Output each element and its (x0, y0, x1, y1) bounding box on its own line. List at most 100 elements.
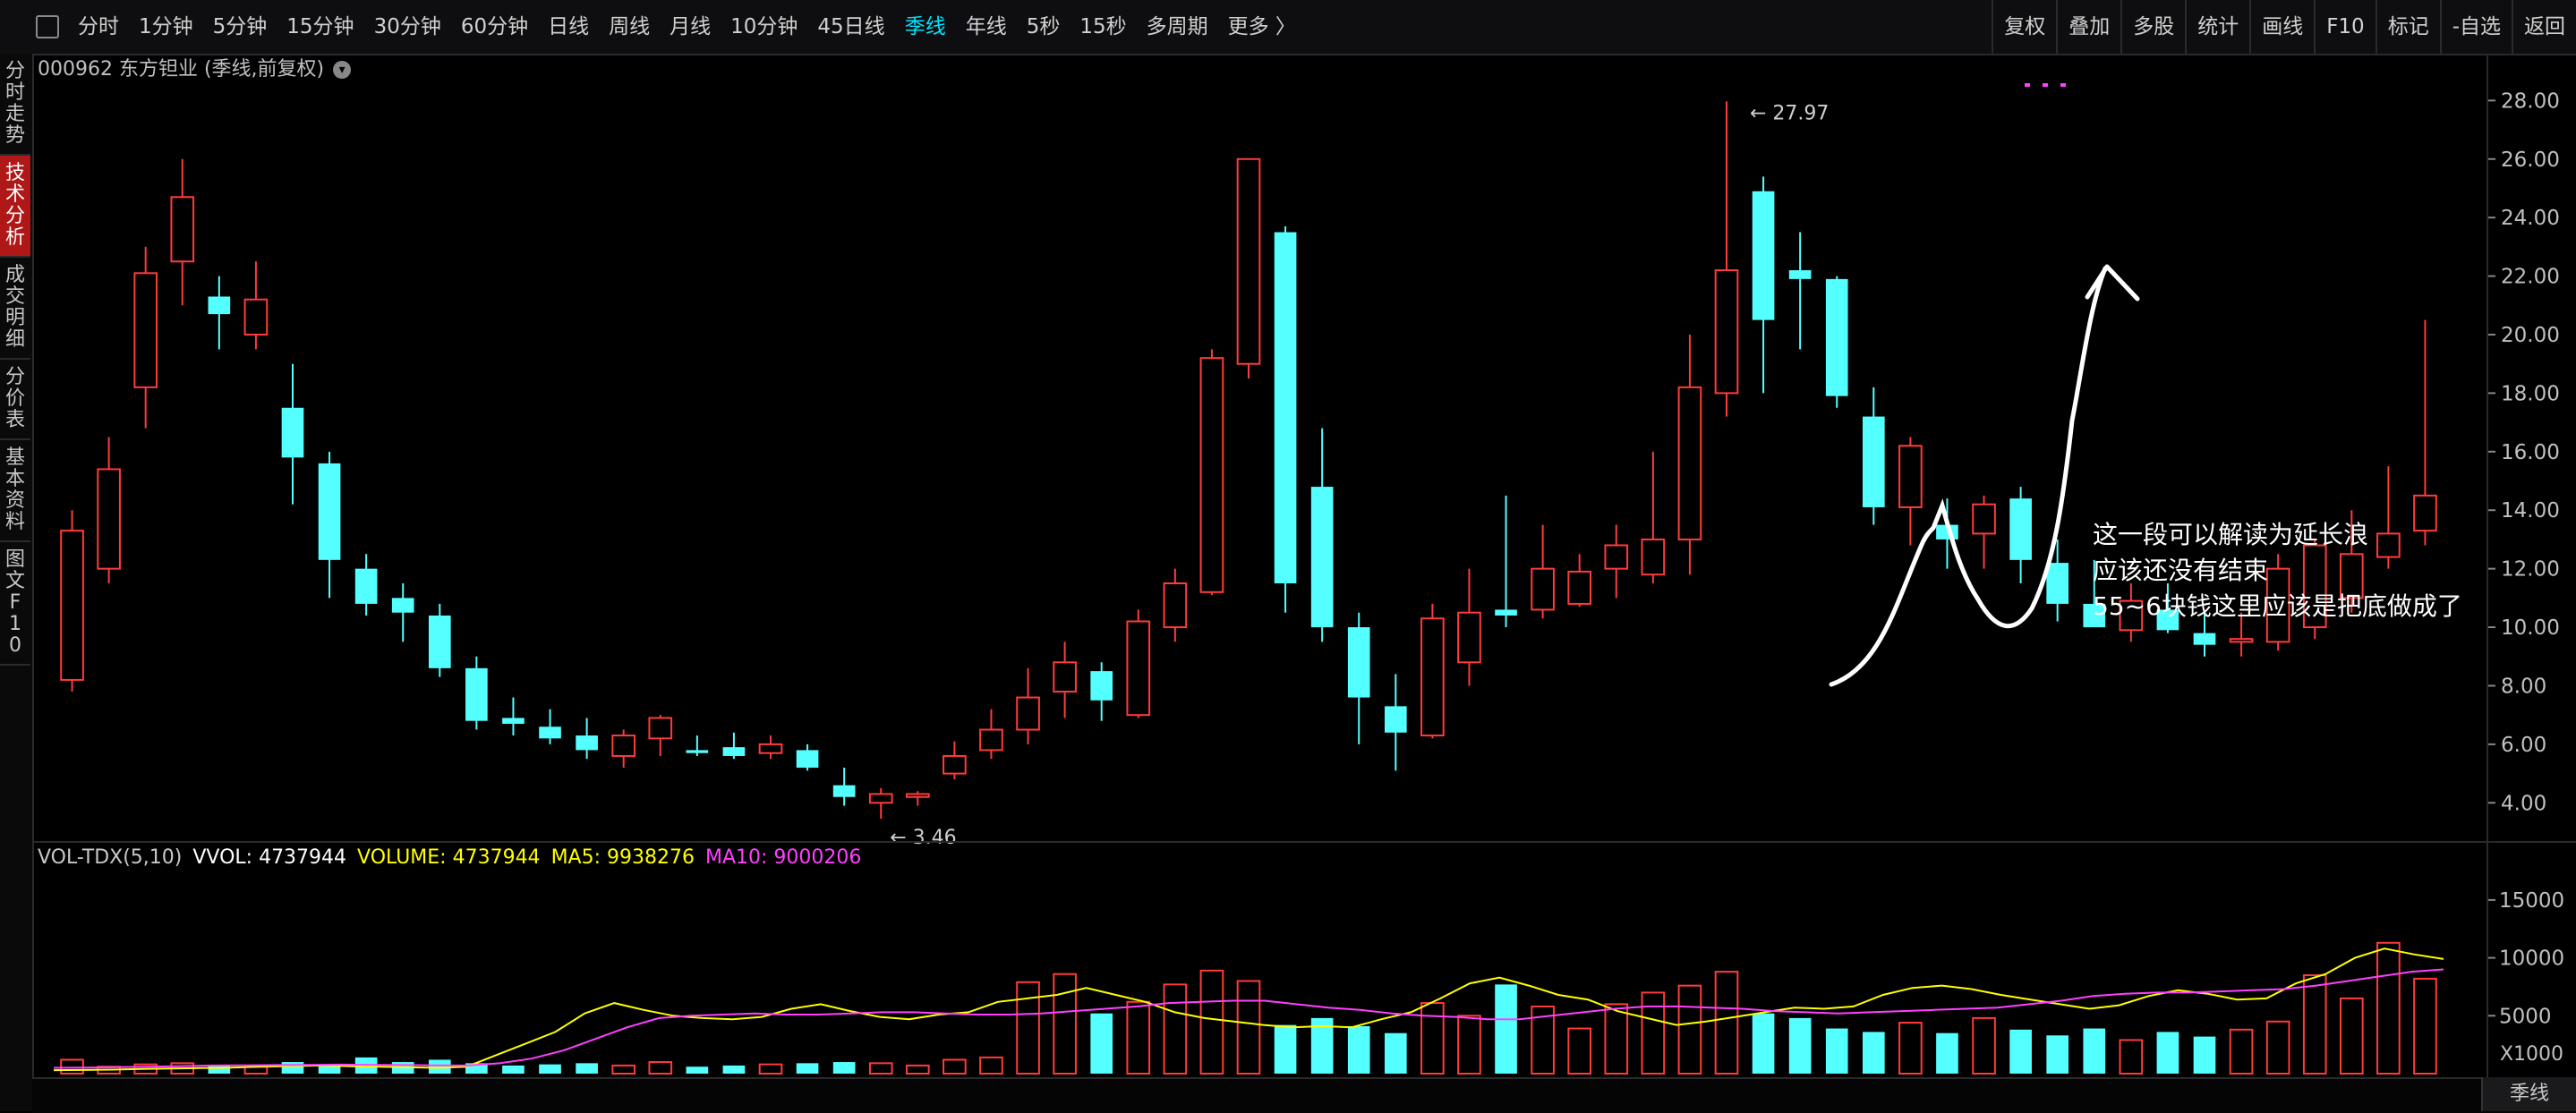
volume-tick-label: 10000 (2499, 947, 2564, 971)
price-tick-label: 6.00 (2501, 734, 2546, 757)
period-tab[interactable]: 年线 (956, 0, 1017, 54)
annotation-line: 55~6块钱这里应该是把底做成了 (2093, 591, 2462, 621)
candle-body (354, 568, 378, 604)
sidebar-tab[interactable]: 基本资料 (0, 440, 30, 542)
tool-button[interactable]: 统计 (2185, 0, 2249, 54)
period-tab[interactable]: 45日线 (807, 0, 894, 54)
candle-body (1898, 445, 1923, 508)
vvol-value: VVOL: 4737944 (192, 846, 347, 869)
period-tab[interactable]: 5秒 (1017, 0, 1070, 54)
tool-button[interactable]: F10 (2314, 0, 2376, 54)
candle-body (1567, 570, 1592, 605)
volume-bar (722, 1065, 746, 1074)
price-tick-label: 10.00 (2501, 616, 2560, 640)
tool-button[interactable]: -自选 (2439, 0, 2512, 54)
annotation-line: 应该还没有结束 (2093, 556, 2269, 585)
candle-body (1457, 611, 1481, 664)
volume-bar (1495, 984, 1517, 1074)
period-tab[interactable]: 30分钟 (364, 0, 451, 54)
candle-body (2009, 498, 2032, 560)
volume-bar (979, 1056, 1003, 1075)
ma5-value: MA5: 9938276 (550, 846, 695, 869)
period-tab[interactable]: 60分钟 (451, 0, 538, 54)
candle-body (1495, 609, 1517, 616)
sidebar-tab[interactable]: 技术分析 (0, 156, 30, 258)
volume-bar (2083, 1028, 2106, 1074)
volume-bar (611, 1064, 636, 1075)
volume-bar (1972, 1016, 1996, 1075)
hand-drawn-curve (1829, 266, 2108, 687)
volume-tick-label: 15000 (2499, 889, 2564, 913)
price-tick-label: 20.00 (2501, 324, 2560, 347)
volume-bar (1788, 1017, 1812, 1074)
period-tab[interactable]: 分时 (68, 0, 129, 54)
period-tab[interactable]: 10分钟 (721, 0, 807, 54)
volume-bar (905, 1064, 930, 1075)
period-tab[interactable]: 月线 (660, 0, 721, 54)
tool-button[interactable]: 标记 (2375, 0, 2440, 54)
candle-body (832, 785, 856, 797)
candle-body (1199, 357, 1224, 593)
volume-bar (428, 1059, 451, 1074)
volume-ma10-line (53, 968, 2444, 1069)
marker-dot (2025, 83, 2030, 87)
bottom-period-tab[interactable]: 季线 (2481, 1077, 2576, 1111)
layout-icon[interactable] (36, 15, 59, 38)
candle-body (1126, 620, 1151, 717)
volume-bar (1420, 1002, 1445, 1075)
candle-body (428, 615, 451, 668)
candle-body (208, 296, 231, 315)
volume-bar (1531, 1005, 1555, 1075)
period-tab[interactable]: 周线 (599, 0, 660, 54)
volume-bar (465, 1063, 488, 1074)
period-tab[interactable]: 更多 〉 (1218, 0, 1306, 54)
marker-dot (2060, 83, 2066, 87)
time-axis-bar (32, 1077, 2576, 1113)
stock-title: 000962 东方钽业 (季线,前复权) (38, 58, 325, 81)
volume-bar (1310, 1017, 1334, 1074)
volume-bar (796, 1063, 819, 1074)
volume-bar (1567, 1027, 1592, 1075)
period-tab[interactable]: 多周期 (1137, 0, 1218, 54)
period-tab[interactable]: 5分钟 (203, 0, 277, 54)
sidebar-tab[interactable]: 分时走势 (0, 54, 30, 156)
sidebar-tab[interactable]: 分价表 (0, 360, 30, 440)
candle-body (576, 735, 598, 751)
period-tab[interactable]: 季线 (895, 0, 956, 54)
dropdown-icon[interactable]: ▾ (333, 61, 352, 79)
volume-bar (2119, 1039, 2144, 1075)
sidebar-tab[interactable]: 成交明细 (0, 258, 30, 360)
annotation-text: 这一段可以解读为延长浪 应该还没有结束 55~6块钱这里应该是把底做成了 (2093, 517, 2462, 624)
tool-button[interactable]: 返回 (2512, 0, 2576, 54)
candle-body (60, 530, 84, 681)
tool-button[interactable]: 多股 (2120, 0, 2185, 54)
volume-bar (1199, 969, 1224, 1075)
volume-value: VOLUME: 4737944 (357, 846, 541, 869)
ma10-value: MA10: 9000206 (704, 846, 862, 869)
period-tab[interactable]: 日线 (538, 0, 599, 54)
price-tick-label: 18.00 (2501, 382, 2560, 405)
candle-body (1862, 416, 1885, 507)
indicator-name[interactable]: VOL-TDX(5,10) (38, 843, 182, 873)
volume-bar (2046, 1035, 2069, 1074)
candle-body (1936, 524, 1958, 540)
volume-bar (576, 1063, 598, 1074)
volume-bar (1016, 981, 1040, 1075)
stock-title-bar: 000962 东方钽业 (季线,前复权) ▾ (38, 54, 352, 86)
volume-bar (943, 1058, 967, 1075)
volume-bar (60, 1058, 84, 1075)
period-tab[interactable]: 15分钟 (277, 0, 363, 54)
candle-body (391, 598, 414, 613)
volume-bar (2302, 974, 2327, 1075)
candle-body (1677, 386, 1702, 540)
candle-body (539, 726, 561, 739)
candle-body (1788, 270, 1812, 279)
tool-button[interactable]: 画线 (2249, 0, 2314, 54)
period-tab[interactable]: 15秒 (1070, 0, 1136, 54)
volume-bar (1936, 1032, 1958, 1074)
tool-button[interactable]: 叠加 (2056, 0, 2120, 54)
tool-button[interactable]: 复权 (1992, 0, 2056, 54)
period-tab[interactable]: 1分钟 (129, 0, 203, 54)
candle-body (1016, 696, 1040, 731)
sidebar-tab[interactable]: 图文F10 (0, 542, 30, 666)
